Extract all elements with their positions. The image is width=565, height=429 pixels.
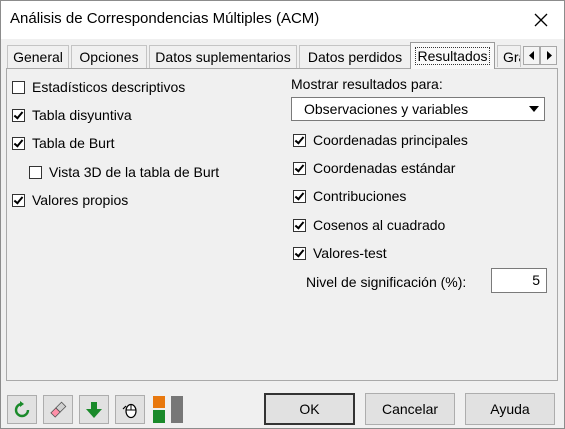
checkbox-box[interactable] (29, 165, 42, 179)
layout-icon (153, 396, 183, 423)
checkbox-tabla-disyuntiva[interactable]: Tabla disyuntiva (12, 107, 132, 123)
checkbox-label: Contribuciones (313, 188, 407, 204)
checkbox-cosenos-al-cuadrado[interactable]: Cosenos al cuadrado (293, 217, 445, 233)
checkbox-box[interactable] (293, 218, 306, 232)
mouse-icon (122, 403, 137, 418)
tab-scroll-right-button[interactable] (540, 46, 557, 65)
tab-opciones[interactable]: Opciones (71, 45, 147, 68)
tab-scroll-left-button[interactable] (523, 46, 540, 65)
checkbox-label: Coordenadas estándar (313, 160, 456, 176)
dialog-window: Análisis de Correspondencias Múltiples (… (0, 0, 565, 429)
checkbox-box[interactable] (293, 133, 306, 147)
tab-label: General (13, 49, 63, 65)
checkbox-label: Vista 3D de la tabla de Burt (49, 164, 220, 180)
arrow-left-icon (528, 51, 534, 60)
checkbox-estadisticos-descriptivos[interactable]: Estadísticos descriptivos (12, 79, 185, 95)
title-bar: Análisis de Correspondencias Múltiples (… (1, 1, 564, 39)
chevron-down-icon[interactable] (525, 99, 543, 119)
checkbox-label: Coordenadas principales (313, 132, 468, 148)
layout-toggle-button[interactable] (151, 395, 187, 424)
selection-button[interactable] (115, 395, 145, 424)
tab-general[interactable]: General (7, 45, 69, 68)
download-icon (86, 401, 102, 418)
tab-resultados[interactable]: Resultados (410, 42, 495, 69)
results-for-label: Mostrar resultados para: (291, 76, 443, 92)
eraser-icon (50, 401, 67, 418)
checkbox-tabla-de-burt[interactable]: Tabla de Burt (12, 135, 115, 151)
checkbox-box[interactable] (12, 193, 25, 207)
checkbox-box[interactable] (12, 136, 25, 150)
checkbox-box[interactable] (293, 189, 306, 203)
checkbox-box[interactable] (12, 108, 25, 122)
clear-button[interactable] (43, 395, 73, 424)
tab-label: Gráficos (503, 48, 520, 65)
tab-label: Datos perdidos (307, 49, 403, 65)
tab-label: Opciones (79, 49, 139, 65)
window-title: Análisis de Correspondencias Múltiples (… (10, 10, 320, 27)
checkbox-label: Estadísticos descriptivos (32, 79, 186, 95)
tab-datos-suplementarios[interactable]: Datos suplementarios (149, 45, 297, 68)
checkbox-coordenadas-estandar[interactable]: Coordenadas estándar (293, 160, 455, 176)
reset-icon (14, 400, 30, 417)
significance-input[interactable]: 5 (491, 268, 547, 293)
checkbox-label: Tabla de Burt (32, 135, 115, 151)
download-button[interactable] (79, 395, 109, 424)
checkbox-label: Valores propios (32, 192, 129, 208)
tab-label: Datos suplementarios (155, 49, 291, 65)
close-icon (534, 13, 548, 27)
checkbox-box[interactable] (293, 161, 306, 175)
checkbox-box[interactable] (293, 246, 306, 260)
results-for-select[interactable]: Observaciones y variables (291, 97, 545, 121)
close-button[interactable] (518, 1, 564, 39)
tab-strip: General Opciones Datos suplementarios Da… (7, 42, 559, 69)
tab-label: Resultados (415, 47, 490, 65)
checkbox-vista-3d-burt[interactable]: Vista 3D de la tabla de Burt (29, 164, 219, 180)
checkbox-coordenadas-principales[interactable]: Coordenadas principales (293, 132, 468, 148)
help-button[interactable]: Ayuda (465, 393, 555, 425)
significance-label: Nivel de significación (%): (306, 274, 467, 290)
checkbox-valores-test[interactable]: Valores-test (293, 245, 387, 261)
reset-button[interactable] (7, 395, 37, 424)
arrow-right-icon (546, 51, 552, 60)
cancel-button[interactable]: Cancelar (365, 393, 455, 425)
checkbox-label: Valores-test (313, 245, 387, 261)
checkbox-box[interactable] (12, 80, 25, 94)
ok-button[interactable]: OK (264, 393, 355, 425)
tab-datos-perdidos[interactable]: Datos perdidos (299, 45, 411, 68)
checkbox-label: Cosenos al cuadrado (313, 217, 446, 233)
checkbox-valores-propios[interactable]: Valores propios (12, 192, 128, 208)
results-for-value: Observaciones y variables (304, 101, 469, 117)
tab-graficos[interactable]: Gráficos (497, 45, 521, 67)
checkbox-label: Tabla disyuntiva (32, 107, 132, 123)
checkbox-contribuciones[interactable]: Contribuciones (293, 188, 406, 204)
